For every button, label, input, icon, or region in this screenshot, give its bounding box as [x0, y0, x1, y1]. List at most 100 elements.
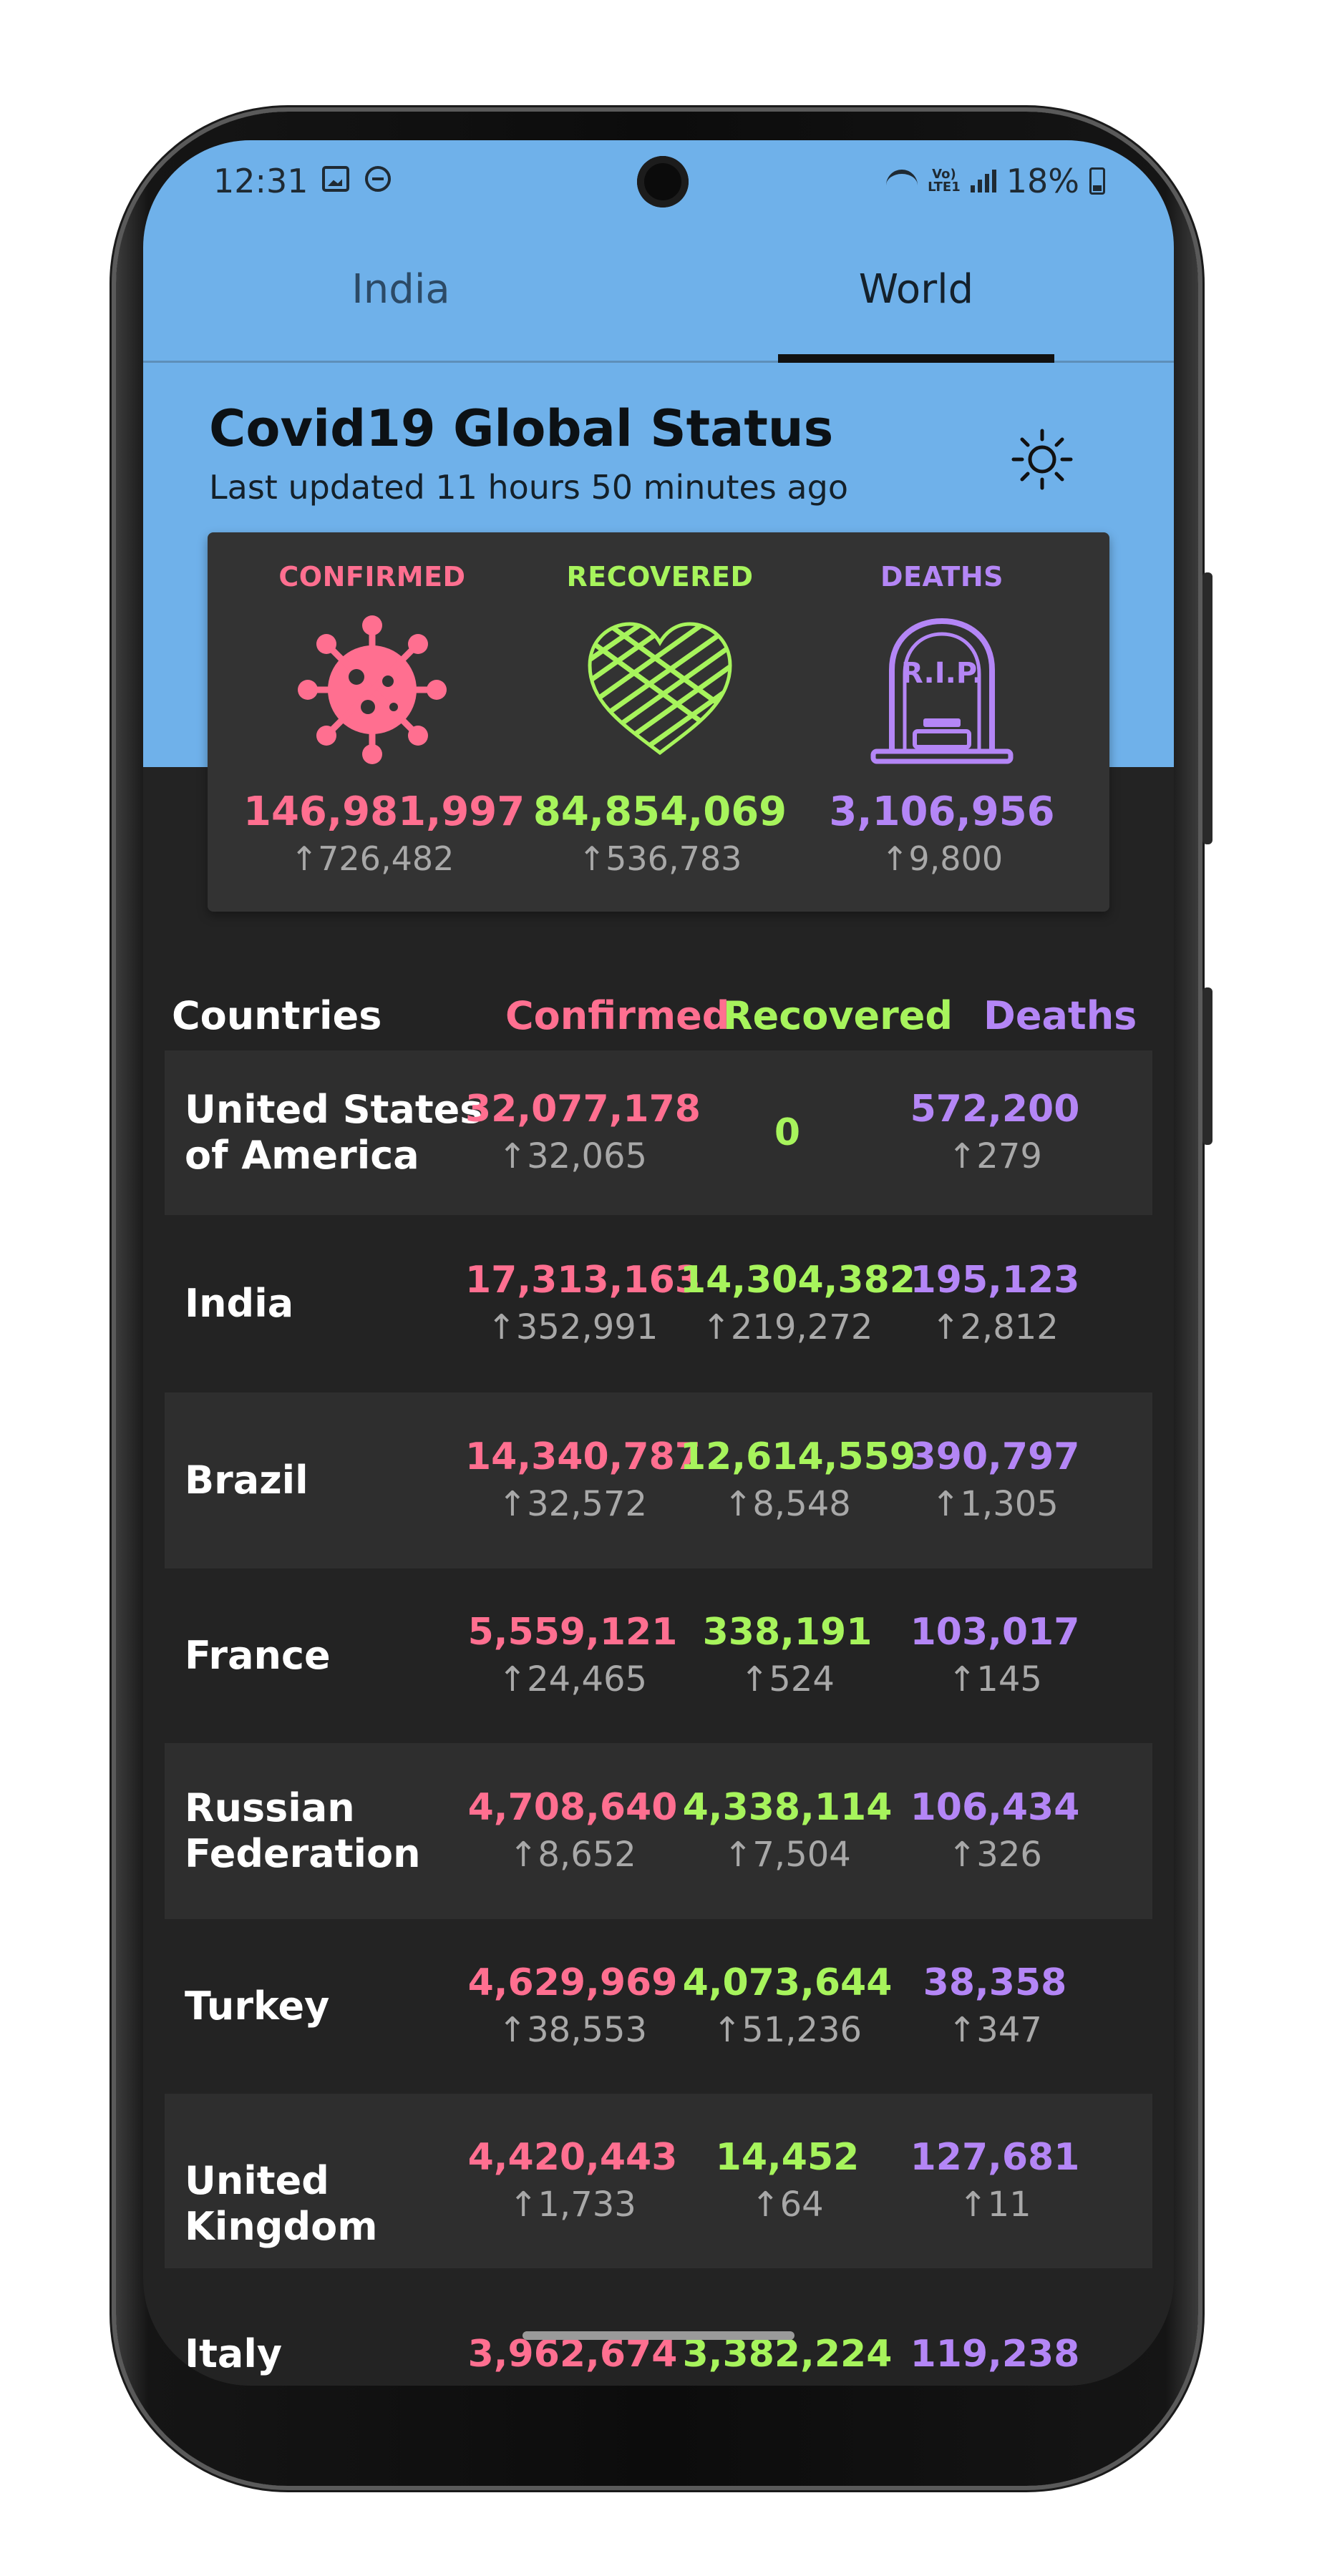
- global-summary-card: CONFIRMED 146,981,997 ↑726,482 RECOVERED…: [208, 532, 1109, 912]
- app-screen: 12:31 Vo) LTE1 18% India World Covid19 G…: [143, 140, 1174, 2386]
- power-button: [1202, 987, 1212, 1145]
- deaths-cell: 195,123 ↑2,812: [888, 1257, 1102, 1351]
- recovered-delta: ↑64: [751, 2185, 824, 2225]
- signal-icon: [970, 170, 996, 192]
- deaths-delta: ↑347: [948, 2010, 1042, 2050]
- country-name: Italy: [185, 2331, 283, 2376]
- confirmed-cell: 4,629,969 ↑38,553: [465, 1959, 680, 2054]
- confirmed-delta: ↑38,553: [497, 2010, 648, 2050]
- recovered-summary: RECOVERED 84,854,069 ↑536,783: [531, 532, 789, 878]
- country-name: France: [185, 1633, 331, 1678]
- home-indicator[interactable]: [523, 2331, 794, 2340]
- heart-icon: [588, 622, 732, 756]
- confirmed-cell: 14,340,787 ↑32,572: [465, 1433, 701, 1528]
- deaths-summary: DEATHS R.I.P. 3,106,956 ↑9,800: [813, 532, 1071, 878]
- deaths-delta: ↑9,800: [880, 839, 1003, 878]
- deaths-value: 106,434: [910, 1786, 1080, 1829]
- confirmed-delta: ↑1,733: [509, 2185, 636, 2225]
- recovered-value: 4,338,114: [682, 1786, 893, 1829]
- recovered-cell: 14,304,382 ↑219,272: [680, 1257, 915, 1351]
- recovered-value: 4,073,644: [682, 1961, 893, 2004]
- deaths-value: 38,358: [923, 1961, 1067, 2004]
- table-row[interactable]: Brazil 14,340,787 ↑32,572 12,614,559 ↑8,548 3…: [165, 1392, 1152, 1568]
- recovered-cell: 4,338,114 ↑7,504: [680, 1784, 895, 1878]
- confirmed-delta: ↑8,652: [509, 1835, 636, 1875]
- theme-toggle-sun-icon[interactable]: [1009, 426, 1075, 492]
- deaths-label: DEATHS: [880, 561, 1004, 592]
- recovered-delta: ↑219,272: [701, 1307, 873, 1347]
- country-table-header: Countries Confirmed Recovered Deaths: [165, 979, 1152, 1050]
- deaths-delta: ↑1,305: [931, 1484, 1059, 1524]
- deaths-cell: 119,238: [888, 2331, 1102, 2378]
- confirmed-value: 4,708,640: [467, 1786, 678, 1829]
- tab-world[interactable]: World: [658, 218, 1174, 363]
- deaths-value: 119,238: [910, 2333, 1080, 2376]
- recovered-total: 84,854,069: [533, 789, 787, 835]
- volume-button: [1202, 572, 1212, 844]
- header-deaths[interactable]: Deaths: [983, 993, 1137, 1038]
- table-row[interactable]: United States of America 32,077,178 ↑32,06…: [165, 1050, 1152, 1215]
- table-row[interactable]: Russian Federation 4,708,640 ↑8,652 4,338,1…: [165, 1743, 1152, 1919]
- deaths-delta: ↑326: [948, 1835, 1042, 1875]
- active-tab-indicator: [778, 354, 1054, 363]
- recovered-value: 14,452: [715, 2136, 860, 2179]
- confirmed-delta: ↑32,572: [497, 1484, 648, 1524]
- table-row[interactable]: France 5,559,121 ↑24,465 338,191 ↑524 103,017…: [165, 1568, 1152, 1743]
- deaths-delta: ↑279: [948, 1136, 1042, 1176]
- recovered-delta: ↑7,504: [724, 1835, 851, 1875]
- recovered-value: 12,614,559: [680, 1435, 915, 1478]
- recovered-value: 338,191: [702, 1611, 873, 1654]
- deaths-delta: ↑2,812: [931, 1307, 1059, 1347]
- tombstone-text: R.I.P.: [901, 657, 983, 690]
- country-name: United Kingdom: [185, 2158, 378, 2249]
- recovered-cell: 338,191 ↑524: [680, 1609, 895, 1703]
- recovered-delta: ↑51,236: [712, 2010, 862, 2050]
- recovered-value: 0: [774, 1111, 801, 1154]
- confirmed-value: 5,559,121: [467, 1611, 678, 1654]
- table-row[interactable]: United Kingdom 4,420,443 ↑1,733 14,452 ↑64 12…: [165, 2094, 1152, 2268]
- confirmed-cell: 17,313,163 ↑352,991: [465, 1257, 701, 1351]
- country-name: Turkey: [185, 1984, 330, 2029]
- recovered-cell: 14,452 ↑64: [680, 2134, 895, 2228]
- country-name: Russian Federation: [185, 1785, 421, 1876]
- do-not-disturb-icon: [365, 166, 391, 192]
- confirmed-delta: ↑352,991: [487, 1307, 658, 1347]
- page-title: Covid19 Global Status: [209, 399, 834, 458]
- recovered-delta: ↑536,783: [578, 839, 742, 878]
- battery-icon: [1089, 167, 1105, 195]
- front-camera: [637, 156, 689, 208]
- country-name: Brazil: [185, 1458, 308, 1503]
- country-name: India: [185, 1281, 294, 1326]
- confirmed-cell: 4,708,640 ↑8,652: [465, 1784, 680, 1878]
- deaths-delta: ↑145: [948, 1659, 1042, 1699]
- wifi-icon: [886, 170, 918, 192]
- volte-icon: Vo) LTE1: [928, 167, 961, 195]
- confirmed-value: 17,313,163: [465, 1259, 701, 1302]
- deaths-cell: 103,017 ↑145: [888, 1609, 1102, 1703]
- table-row[interactable]: India 17,313,163 ↑352,991 14,304,382 ↑219,27…: [165, 1215, 1152, 1392]
- recovered-delta: ↑524: [740, 1659, 835, 1699]
- header-confirmed[interactable]: Confirmed: [505, 993, 729, 1038]
- confirmed-value: 4,420,443: [467, 2136, 678, 2179]
- confirmed-cell: 5,559,121 ↑24,465: [465, 1609, 680, 1703]
- table-row[interactable]: Italy 3,962,674 3,382,224 119,238: [165, 2268, 1152, 2386]
- confirmed-delta: ↑726,482: [290, 839, 455, 878]
- confirmed-value: 32,077,178: [465, 1088, 701, 1131]
- recovered-cell: 12,614,559 ↑8,548: [680, 1433, 915, 1528]
- deaths-total: 3,106,956: [829, 789, 1055, 835]
- header-countries[interactable]: Countries: [172, 993, 382, 1038]
- virus-icon: [298, 615, 447, 764]
- confirmed-value: 14,340,787: [465, 1435, 701, 1478]
- confirmed-label: CONFIRMED: [278, 561, 466, 592]
- confirmed-value: 4,629,969: [467, 1961, 678, 2004]
- table-row[interactable]: Turkey 4,629,969 ↑38,553 4,073,644 ↑51,236 38…: [165, 1919, 1152, 2094]
- recovered-label: RECOVERED: [566, 561, 754, 592]
- tab-bar: India World: [143, 218, 1174, 363]
- header-recovered[interactable]: Recovered: [723, 993, 953, 1038]
- status-bar: 12:31 Vo) LTE1 18%: [143, 140, 1174, 218]
- deaths-cell: 127,681 ↑11: [888, 2134, 1102, 2228]
- tab-india[interactable]: India: [143, 218, 658, 361]
- tab-india-label: India: [351, 265, 450, 313]
- recovered-delta: ↑8,548: [724, 1484, 851, 1524]
- gallery-icon: [322, 166, 349, 192]
